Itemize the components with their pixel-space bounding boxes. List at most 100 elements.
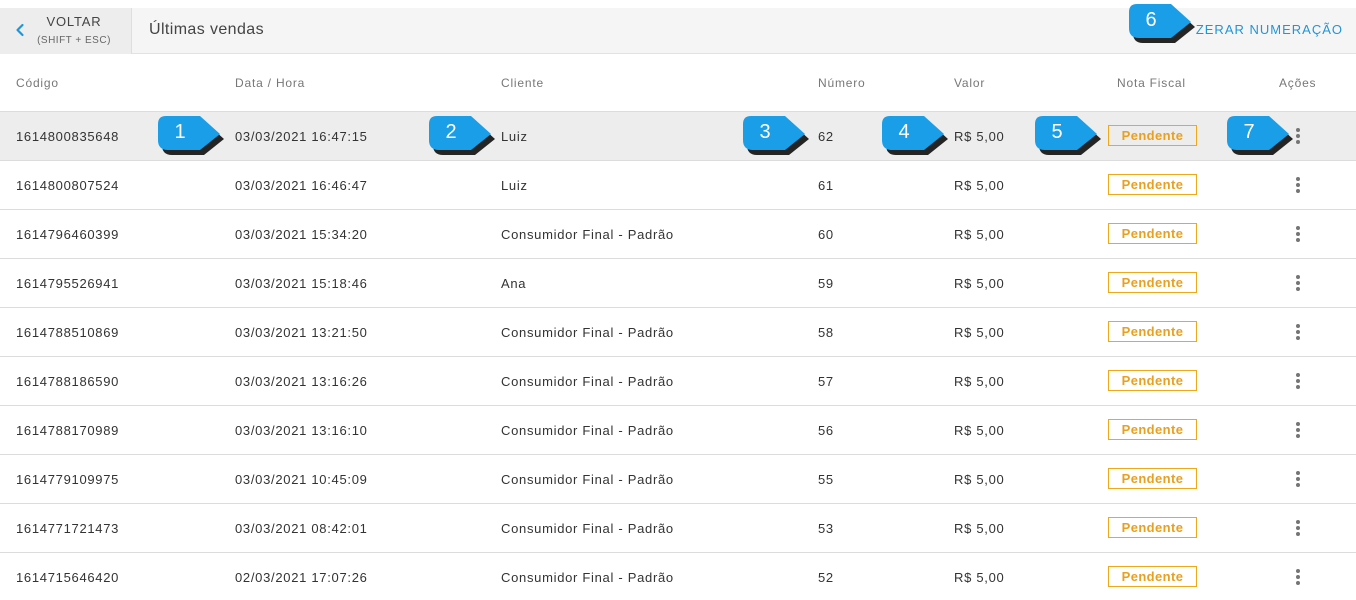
column-header-cliente[interactable]: Cliente: [501, 76, 544, 90]
column-header-codigo[interactable]: Código: [16, 76, 59, 90]
cell-data-hora: 03/03/2021 13:21:50: [235, 325, 368, 340]
cell-cliente: Luiz: [501, 129, 528, 144]
nota-fiscal-status-badge[interactable]: Pendente: [1108, 566, 1197, 587]
cell-cliente: Consumidor Final - Padrão: [501, 325, 674, 340]
callout-number: 6: [1145, 9, 1157, 31]
callout-number: 4: [898, 121, 910, 143]
cell-codigo: 1614800835648: [16, 129, 120, 144]
table-row[interactable]: 1614771721473 03/03/2021 08:42:01 Consum…: [0, 504, 1356, 553]
more-actions-icon[interactable]: [1290, 224, 1306, 244]
cell-data-hora: 03/03/2021 13:16:26: [235, 374, 368, 389]
table-header: Código Data / Hora Cliente Número Valor …: [0, 55, 1356, 112]
nota-fiscal-status-badge[interactable]: Pendente: [1108, 468, 1197, 489]
cell-codigo: 1614788186590: [16, 374, 120, 389]
cell-numero: 57: [818, 374, 834, 389]
callout-number: 1: [174, 121, 186, 143]
cell-codigo: 1614715646420: [16, 570, 120, 585]
cell-data-hora: 03/03/2021 15:18:46: [235, 276, 368, 291]
callout-marker: 2: [429, 114, 495, 156]
cell-data-hora: 02/03/2021 17:07:26: [235, 570, 368, 585]
cell-codigo: 1614779109975: [16, 472, 120, 487]
cell-codigo: 1614788170989: [16, 423, 120, 438]
cell-data-hora: 03/03/2021 16:47:15: [235, 129, 368, 144]
cell-numero: 58: [818, 325, 834, 340]
callout-marker: 6: [1129, 2, 1195, 44]
callout-number: 2: [445, 121, 457, 143]
more-actions-icon[interactable]: [1290, 469, 1306, 489]
nota-fiscal-status-badge[interactable]: Pendente: [1108, 321, 1197, 342]
more-actions-icon[interactable]: [1290, 518, 1306, 538]
cell-data-hora: 03/03/2021 15:34:20: [235, 227, 368, 242]
cell-valor: R$ 5,00: [954, 570, 1005, 585]
nota-fiscal-status-badge[interactable]: Pendente: [1108, 174, 1197, 195]
callout-number: 3: [759, 121, 771, 143]
cell-data-hora: 03/03/2021 13:16:10: [235, 423, 368, 438]
cell-cliente: Ana: [501, 276, 527, 291]
cell-numero: 52: [818, 570, 834, 585]
cell-cliente: Consumidor Final - Padrão: [501, 374, 674, 389]
table-row[interactable]: 1614788510869 03/03/2021 13:21:50 Consum…: [0, 308, 1356, 357]
nota-fiscal-status-badge[interactable]: Pendente: [1108, 517, 1197, 538]
callout-marker: 7: [1227, 114, 1293, 156]
nota-fiscal-status-badge[interactable]: Pendente: [1108, 125, 1197, 146]
more-actions-icon[interactable]: [1290, 567, 1306, 587]
cell-data-hora: 03/03/2021 16:46:47: [235, 178, 368, 193]
callout-number: 7: [1243, 121, 1255, 143]
more-actions-icon[interactable]: [1290, 273, 1306, 293]
table-row[interactable]: 1614779109975 03/03/2021 10:45:09 Consum…: [0, 455, 1356, 504]
cell-valor: R$ 5,00: [954, 521, 1005, 536]
table-row[interactable]: 1614800807524 03/03/2021 16:46:47 Luiz 6…: [0, 161, 1356, 210]
callout-marker: 4: [882, 114, 948, 156]
cell-numero: 60: [818, 227, 834, 242]
cell-cliente: Luiz: [501, 178, 528, 193]
column-header-nota-fiscal[interactable]: Nota Fiscal: [1117, 76, 1186, 90]
cell-valor: R$ 5,00: [954, 178, 1005, 193]
cell-valor: R$ 5,00: [954, 325, 1005, 340]
table-row[interactable]: 1614715646420 02/03/2021 17:07:26 Consum…: [0, 553, 1356, 600]
nota-fiscal-status-badge[interactable]: Pendente: [1108, 419, 1197, 440]
chevron-left-icon: [16, 23, 24, 37]
cell-numero: 59: [818, 276, 834, 291]
cell-cliente: Consumidor Final - Padrão: [501, 570, 674, 585]
cell-codigo: 1614771721473: [16, 521, 120, 536]
nota-fiscal-status-badge[interactable]: Pendente: [1108, 223, 1197, 244]
cell-numero: 56: [818, 423, 834, 438]
table-row[interactable]: 1614788186590 03/03/2021 13:16:26 Consum…: [0, 357, 1356, 406]
cell-valor: R$ 5,00: [954, 374, 1005, 389]
table-row[interactable]: 1614795526941 03/03/2021 15:18:46 Ana 59…: [0, 259, 1356, 308]
cell-numero: 55: [818, 472, 834, 487]
table-row[interactable]: 1614796460399 03/03/2021 15:34:20 Consum…: [0, 210, 1356, 259]
more-actions-icon[interactable]: [1290, 322, 1306, 342]
column-header-data-hora[interactable]: Data / Hora: [235, 76, 305, 90]
back-button[interactable]: VOLTAR (SHIFT + ESC): [0, 8, 132, 54]
cell-cliente: Consumidor Final - Padrão: [501, 472, 674, 487]
nota-fiscal-status-badge[interactable]: Pendente: [1108, 370, 1197, 391]
more-actions-icon[interactable]: [1290, 420, 1306, 440]
cell-codigo: 1614795526941: [16, 276, 120, 291]
back-shortcut-hint: (SHIFT + ESC): [37, 35, 111, 46]
more-actions-icon[interactable]: [1290, 175, 1306, 195]
cell-codigo: 1614796460399: [16, 227, 120, 242]
cell-codigo: 1614788510869: [16, 325, 120, 340]
callout-number: 5: [1051, 121, 1063, 143]
column-header-valor[interactable]: Valor: [954, 76, 985, 90]
cell-numero: 62: [818, 129, 834, 144]
back-label: VOLTAR: [46, 14, 102, 29]
cell-data-hora: 03/03/2021 08:42:01: [235, 521, 368, 536]
callout-marker: 3: [743, 114, 809, 156]
cell-data-hora: 03/03/2021 10:45:09: [235, 472, 368, 487]
table-row[interactable]: 1614788170989 03/03/2021 13:16:10 Consum…: [0, 406, 1356, 455]
cell-cliente: Consumidor Final - Padrão: [501, 521, 674, 536]
column-header-numero[interactable]: Número: [818, 76, 865, 90]
callout-marker: 1: [158, 114, 224, 156]
page-title: Últimas vendas: [149, 21, 264, 38]
column-header-acoes: Ações: [1279, 76, 1317, 90]
cell-codigo: 1614800807524: [16, 178, 120, 193]
cell-valor: R$ 5,00: [954, 129, 1005, 144]
callout-marker: 5: [1035, 114, 1101, 156]
more-actions-icon[interactable]: [1290, 371, 1306, 391]
cell-numero: 53: [818, 521, 834, 536]
cell-valor: R$ 5,00: [954, 227, 1005, 242]
nota-fiscal-status-badge[interactable]: Pendente: [1108, 272, 1197, 293]
reset-numbering-button[interactable]: ZERAR NUMERAÇÃO: [1196, 22, 1343, 37]
